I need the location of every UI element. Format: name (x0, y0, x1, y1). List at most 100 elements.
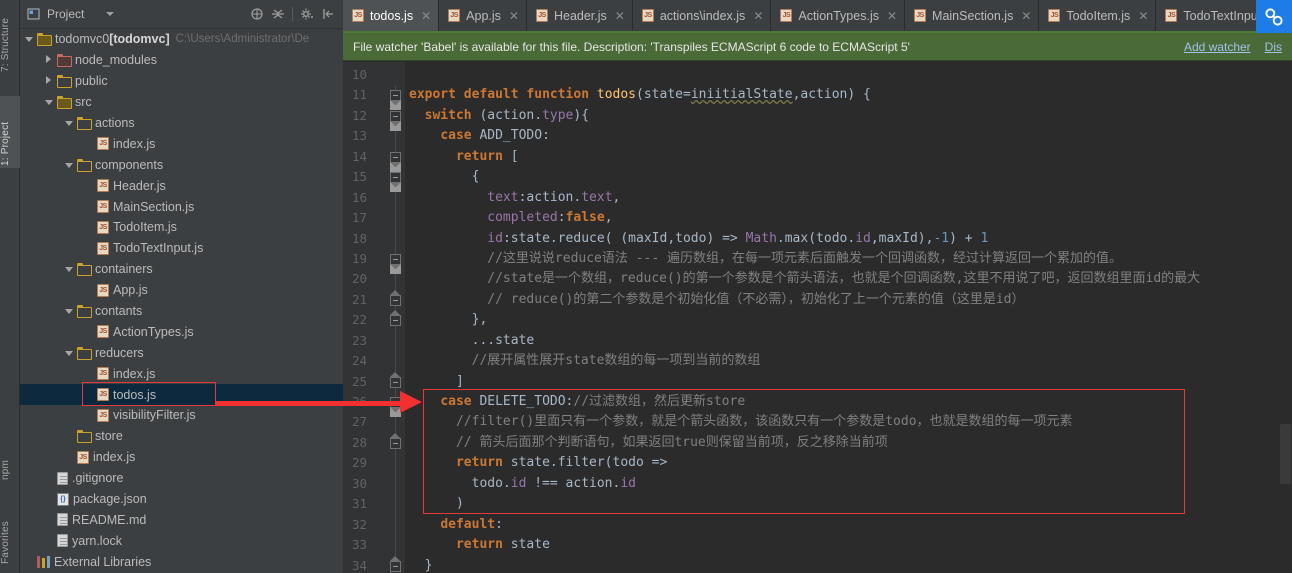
code-fold-toggle[interactable] (390, 555, 401, 572)
hide-panel-icon[interactable] (321, 7, 335, 21)
project-tree[interactable]: todomvc0 [todomvc] C:\Users\Administrator… (20, 29, 343, 573)
tree-item--gitignore[interactable]: .gitignore (20, 468, 343, 489)
tree-item-external-libraries[interactable]: External Libraries (20, 551, 343, 572)
tree-item-index-js[interactable]: index.js (20, 447, 343, 468)
tree-item-reducers[interactable]: reducers (20, 342, 343, 363)
tree-item-src[interactable]: src (20, 92, 343, 113)
tree-item-readme-md[interactable]: README.md (20, 509, 343, 530)
chevron-down-icon[interactable] (64, 118, 74, 128)
editor-gutter[interactable]: 10 11 12 13 14 15 16 17 18 19 20 21 22 23 24 25 26 27 28 29… (343, 62, 405, 573)
code-line: switch (action.type){ (405, 106, 1292, 126)
code-fold-toggle[interactable] (390, 433, 401, 450)
chevron-down-icon[interactable] (64, 348, 74, 358)
tree-item-node-modules[interactable]: node_modules (20, 50, 343, 71)
editor-tab-app-js[interactable]: App.js ✕ (439, 0, 527, 31)
code-line: ) (405, 494, 1292, 514)
code-token: iniitialState (690, 87, 793, 103)
js-file-icon (97, 283, 109, 298)
tree-item-todomvc0[interactable]: todomvc0 [todomvc] C:\Users\Administrator… (20, 29, 343, 50)
tree-item-visibilityfilter-js[interactable]: visibilityFilter.js (20, 405, 343, 426)
tree-item-todotextinput-js[interactable]: TodoTextInput.js (20, 238, 343, 259)
code-editor[interactable]: 10 11 12 13 14 15 16 17 18 19 20 21 22 23 24 25 26 27 28 29… (343, 62, 1292, 573)
code-fold-toggle[interactable] (390, 254, 401, 275)
dismiss-link[interactable]: Dis (1265, 40, 1282, 54)
editor-tab-todoitem-js[interactable]: TodoItem.js ✕ (1039, 0, 1157, 31)
tool-tab-favorites-label: Favorites (0, 521, 11, 564)
editor-tab-label: MainSection.js (932, 8, 1014, 23)
code-fold-toggle[interactable] (390, 310, 401, 327)
gitee-badge-icon[interactable] (1256, 0, 1292, 33)
code-fold-toggle[interactable] (390, 172, 401, 193)
code-fold-toggle[interactable] (390, 371, 401, 388)
tool-tab-favorites[interactable]: Favorites (0, 500, 20, 566)
code-content[interactable]: export default function todos(state=inii… (405, 62, 1292, 573)
tree-item-actiontypes-js[interactable]: ActionTypes.js (20, 321, 343, 342)
chevron-right-icon[interactable] (44, 55, 54, 65)
tree-item-components[interactable]: components (20, 154, 343, 175)
js-file-icon (914, 9, 927, 23)
tree-item-label: yarn.lock (72, 533, 123, 548)
locate-icon[interactable] (250, 7, 264, 21)
code-fold-toggle[interactable] (390, 397, 401, 418)
close-icon[interactable]: ✕ (753, 10, 763, 22)
gear-icon[interactable] (300, 7, 314, 21)
tool-tab-npm[interactable]: npm (0, 440, 20, 482)
close-icon[interactable]: ✕ (1138, 10, 1148, 22)
editor-tab-bar[interactable]: todos.js✕App.js✕Header.js✕actions\index.… (343, 0, 1292, 33)
tree-item-index-js[interactable]: index.js (20, 363, 343, 384)
code-token: 1 (980, 230, 989, 246)
tool-tab-structure[interactable]: 7: Structure (0, 2, 20, 74)
tree-item-app-js[interactable]: App.js (20, 280, 343, 301)
editor-tab-header-js[interactable]: Header.js ✕ (526, 0, 633, 31)
close-icon[interactable]: ✕ (887, 10, 897, 22)
code-line: }, (405, 310, 1292, 330)
tool-tab-project[interactable]: 1: Project (0, 96, 20, 168)
scrollbar-thumb[interactable] (1280, 424, 1291, 484)
editor-tab-todos-js[interactable]: todos.js ✕ (343, 0, 440, 31)
close-icon[interactable]: ✕ (421, 10, 431, 22)
fold-column[interactable] (387, 62, 405, 573)
chevron-down-icon[interactable] (64, 306, 74, 316)
editor-scrollbar[interactable] (1278, 124, 1292, 573)
collapse-all-icon[interactable] (271, 7, 285, 21)
chevron-right-icon[interactable] (44, 76, 54, 86)
code-fold-toggle[interactable] (390, 110, 401, 131)
js-file-icon (97, 325, 109, 339)
tree-item-yarn-lock[interactable]: yarn.lock (20, 530, 343, 551)
tree-item-todoitem-js[interactable]: TodoItem.js (20, 217, 343, 238)
tree-item-mainsection-js[interactable]: MainSection.js (20, 196, 343, 217)
editor-tab-actions-index-js[interactable]: actions\index.js ✕ (632, 0, 772, 31)
code-token: default (440, 516, 496, 532)
chevron-down-icon[interactable] (64, 264, 74, 274)
tree-item-index-js[interactable]: index.js (20, 133, 343, 154)
tree-item-todos-js[interactable]: todos.js (20, 384, 343, 406)
chevron-down-icon[interactable] (24, 34, 34, 44)
editor-tab-actiontypes-js[interactable]: ActionTypes.js ✕ (771, 0, 906, 31)
file-icon (57, 471, 68, 485)
add-watcher-link[interactable]: Add watcher (1184, 40, 1251, 54)
editor-tab-mainsection-js[interactable]: MainSection.js ✕ (905, 0, 1040, 31)
code-fold-toggle[interactable] (390, 90, 401, 111)
tree-item-label: Header.js (113, 178, 166, 193)
close-icon[interactable]: ✕ (615, 10, 625, 22)
code-fold-toggle[interactable] (390, 289, 401, 306)
chevron-down-icon[interactable] (44, 97, 54, 107)
file-watcher-notification: File watcher 'Babel' is available for th… (343, 33, 1292, 61)
tree-item-containers[interactable]: containers (20, 259, 343, 280)
close-icon[interactable]: ✕ (1021, 10, 1031, 22)
tree-item-public[interactable]: public (20, 71, 343, 92)
chevron-down-icon[interactable] (64, 160, 74, 170)
code-fold-toggle[interactable] (390, 151, 401, 172)
tree-item-header-js[interactable]: Header.js (20, 175, 343, 196)
code-line: //filter()里面只有一个参数，就是个箭头函数，该函数只有一个参数是tod… (405, 412, 1292, 432)
tree-item-store[interactable]: store (20, 426, 343, 447)
chevron-down-icon[interactable] (106, 12, 115, 16)
tree-item-actions[interactable]: actions (20, 113, 343, 134)
tree-item-package-json[interactable]: package.json (20, 489, 343, 510)
tree-item-contants[interactable]: contants (20, 301, 343, 322)
close-icon[interactable]: ✕ (509, 10, 519, 22)
